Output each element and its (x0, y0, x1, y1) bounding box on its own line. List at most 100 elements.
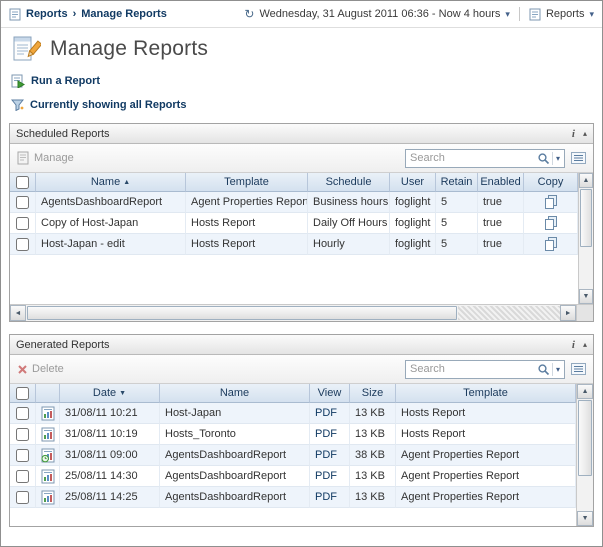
customizer-icon[interactable] (571, 363, 586, 375)
time-range-dropdown-icon[interactable]: ▾ (505, 9, 510, 20)
showing-all-link[interactable]: Currently showing all Reports (1, 92, 602, 115)
topbar-right: ↻ Wednesday, 31 August 2011 06:36 - Now … (244, 7, 594, 21)
table-row[interactable]: 31/08/11 09:00 AgentsDashboardReport PDF… (10, 445, 576, 466)
copy-icon[interactable] (543, 236, 559, 252)
copy-icon[interactable] (543, 194, 559, 210)
row-checkbox-cell (10, 213, 36, 234)
scrollbar-thumb[interactable] (27, 306, 457, 320)
row-checkbox[interactable] (16, 217, 29, 230)
scrollbar-thumb[interactable] (580, 189, 592, 247)
collapse-icon[interactable]: ▴ (583, 340, 587, 349)
collapse-icon[interactable]: ▴ (583, 129, 587, 138)
row-checkbox-cell (10, 403, 36, 424)
column-header-date[interactable]: Date▼ (60, 384, 160, 403)
report-view-link[interactable]: PDF (310, 487, 350, 508)
time-range-label[interactable]: Wednesday, 31 August 2011 06:36 - Now 4 … (259, 8, 500, 20)
row-checkbox[interactable] (16, 491, 29, 504)
breadcrumb: Reports › Manage Reports (9, 8, 167, 21)
column-header-copy[interactable]: Copy (524, 173, 578, 192)
search-icon[interactable] (537, 152, 550, 165)
row-checkbox-cell (10, 192, 36, 213)
report-view-link[interactable]: PDF (310, 466, 350, 487)
select-all-header (10, 173, 36, 192)
breadcrumb-separator: › (73, 8, 77, 20)
table-row[interactable]: 31/08/11 10:21 Host-Japan PDF 13 KB Host… (10, 403, 576, 424)
row-checkbox[interactable] (16, 196, 29, 209)
showing-all-label[interactable]: Currently showing all Reports (30, 99, 186, 111)
generated-panel-header: Generated Reports i ▴ (10, 335, 593, 355)
row-checkbox[interactable] (16, 428, 29, 441)
reports-menu-dropdown-icon[interactable]: ▾ (589, 9, 594, 20)
report-name: AgentsDashboardReport (160, 445, 310, 466)
row-checkbox[interactable] (16, 238, 29, 251)
row-checkbox-cell (10, 234, 36, 255)
scheduled-panel-title: Scheduled Reports (16, 128, 110, 140)
column-header-name[interactable]: Name (160, 384, 310, 403)
breadcrumb-reports-link[interactable]: Reports (26, 8, 68, 20)
scrollbar-track[interactable] (579, 248, 593, 289)
scroll-right-icon[interactable]: ► (560, 305, 576, 321)
table-row[interactable]: AgentsDashboardReport Agent Properties R… (10, 192, 578, 213)
vertical-scrollbar[interactable]: ▲ ▼ (578, 173, 593, 304)
row-checkbox-cell (10, 424, 36, 445)
column-header-name[interactable]: Name▲ (36, 173, 186, 192)
column-header-enabled[interactable]: Enabled (478, 173, 524, 192)
scroll-left-icon[interactable]: ◄ (10, 305, 26, 321)
row-checkbox[interactable] (16, 449, 29, 462)
generated-panel-title: Generated Reports (16, 339, 110, 351)
copy-icon[interactable] (543, 215, 559, 231)
column-header-view[interactable]: View (310, 384, 350, 403)
column-header-user[interactable]: User (390, 173, 436, 192)
customizer-icon[interactable] (571, 152, 586, 164)
vertical-scrollbar[interactable]: ▲ ▼ (576, 384, 593, 526)
scroll-down-icon[interactable]: ▼ (579, 289, 593, 304)
table-row[interactable]: 31/08/11 10:19 Hosts_Toronto PDF 13 KB H… (10, 424, 576, 445)
report-view-link[interactable]: PDF (310, 424, 350, 445)
search-options-dropdown-icon[interactable]: ▾ (555, 365, 561, 374)
run-report-link[interactable]: Run a Report (1, 68, 602, 92)
info-icon[interactable]: i (572, 128, 575, 140)
scroll-up-icon[interactable]: ▲ (579, 173, 593, 188)
delete-button[interactable]: Delete (17, 363, 64, 375)
select-all-checkbox[interactable] (16, 387, 29, 400)
scroll-up-icon[interactable]: ▲ (577, 384, 593, 399)
generated-panel-controls: i ▴ (572, 339, 587, 351)
report-retain: 5 (436, 213, 478, 234)
table-row[interactable]: 25/08/11 14:30 AgentsDashboardReport PDF… (10, 466, 576, 487)
column-header-size[interactable]: Size (350, 384, 396, 403)
report-view-link[interactable]: PDF (310, 445, 350, 466)
copy-cell (524, 234, 578, 255)
report-template: Hosts Report (186, 213, 308, 234)
generated-search-input[interactable] (406, 363, 537, 375)
scrollbar-thumb[interactable] (578, 400, 592, 476)
scrollbar-hatch (458, 306, 560, 320)
column-header-retain[interactable]: Retain (436, 173, 478, 192)
run-report-label[interactable]: Run a Report (31, 75, 100, 87)
info-icon[interactable]: i (572, 339, 575, 351)
column-header-template[interactable]: Template (396, 384, 576, 403)
column-header-template[interactable]: Template (186, 173, 308, 192)
column-header-schedule[interactable]: Schedule (308, 173, 390, 192)
table-row[interactable]: Host-Japan - edit Hosts Report Hourly fo… (10, 234, 578, 255)
table-row[interactable]: 25/08/11 14:25 AgentsDashboardReport PDF… (10, 487, 576, 508)
manage-button[interactable]: Manage (17, 151, 74, 165)
table-row[interactable]: Copy of Host-Japan Hosts Report Daily Of… (10, 213, 578, 234)
search-options-dropdown-icon[interactable]: ▾ (555, 154, 561, 163)
select-all-checkbox[interactable] (16, 176, 29, 189)
row-checkbox[interactable] (16, 470, 29, 483)
row-checkbox-cell (10, 445, 36, 466)
scheduled-table: Name▲ Template Schedule User Retain Enab… (10, 173, 578, 304)
scrollbar-track[interactable] (577, 477, 593, 511)
row-checkbox[interactable] (16, 407, 29, 420)
report-size: 13 KB (350, 466, 396, 487)
scheduled-search-input[interactable] (406, 152, 537, 164)
report-view-link[interactable]: PDF (310, 403, 350, 424)
page-title: Manage Reports (50, 37, 208, 61)
scroll-down-icon[interactable]: ▼ (577, 511, 593, 526)
report-scheduled-icon (41, 448, 55, 463)
search-icon[interactable] (537, 363, 550, 376)
generated-toolbar: Delete ▾ (10, 355, 593, 384)
reports-menu-label[interactable]: Reports (546, 8, 585, 20)
horizontal-scrollbar[interactable]: ◄ ► (10, 305, 576, 321)
report-date: 31/08/11 10:21 (60, 403, 160, 424)
